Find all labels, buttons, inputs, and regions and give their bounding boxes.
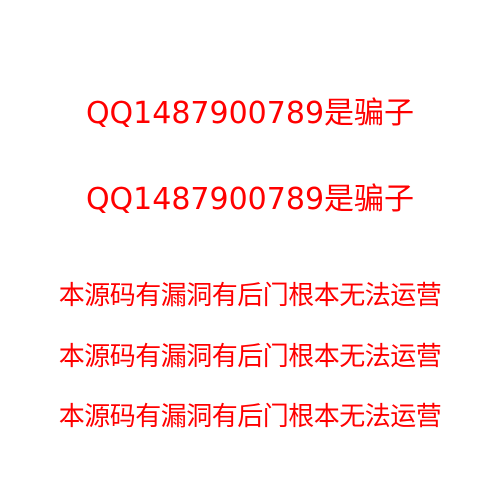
backdoor-warning-line-1: 本源码有漏洞有后门根本无法运营 xyxy=(58,281,442,311)
backdoor-warning-line-2: 本源码有漏洞有后门根本无法运营 xyxy=(58,342,442,372)
scam-warning-line-1: QQ1487900789是骗子 xyxy=(85,96,415,131)
scam-warning-line-2: QQ1487900789是骗子 xyxy=(85,182,415,217)
backdoor-warning-line-3: 本源码有漏洞有后门根本无法运营 xyxy=(58,402,442,432)
warning-image: QQ1487900789是骗子 QQ1487900789是骗子 本源码有漏洞有后… xyxy=(0,0,500,500)
